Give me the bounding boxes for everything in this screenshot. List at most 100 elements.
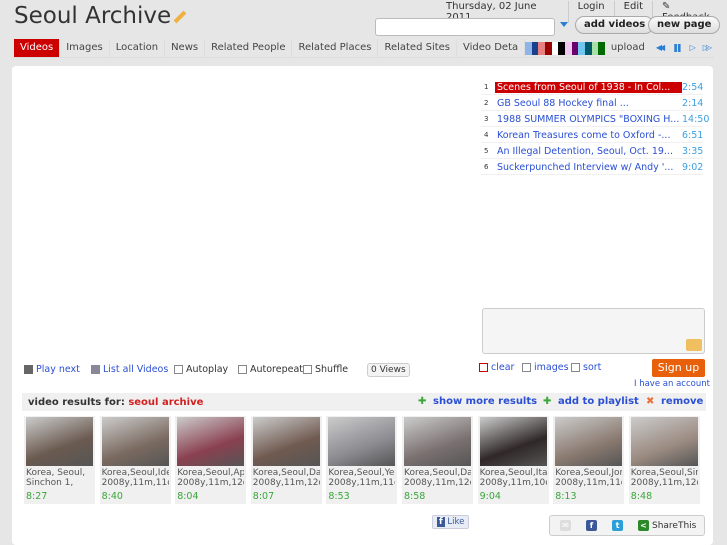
sort-button[interactable]: sort <box>571 362 601 373</box>
results-query: seoul archive <box>128 396 204 408</box>
autoplay-checkbox[interactable]: Autoplay <box>174 364 228 375</box>
color-swatch[interactable] <box>598 42 605 55</box>
playlist-number: 1 <box>484 83 489 91</box>
playlist-item[interactable]: 1 Scenes from Seoul of 1938 - In Col... 2:… <box>481 80 703 95</box>
playlist-item[interactable]: 3 1988 SUMMER OLYMPICS "BOXING H... 14:50 <box>481 112 710 127</box>
pause-icon[interactable]: ❚❚ <box>667 39 684 57</box>
color-swatch[interactable] <box>584 42 592 55</box>
video-thumbnail[interactable]: Korea,Seoul,Ide 2008y,11m,11d 8:40 <box>99 416 171 504</box>
thumbnail-duration: 9:04 <box>479 491 501 502</box>
thumbnail-duration: 8:40 <box>101 491 123 502</box>
tab-news[interactable]: News <box>165 39 206 57</box>
color-swatch[interactable] <box>558 42 565 55</box>
playlist-item[interactable]: 5 An Illegal Detention, Seoul, Oct. 19...… <box>481 144 703 159</box>
video-thumbnail[interactable]: Korea,Seoul,Da 2008y,11m,12d 8:07 <box>250 416 322 504</box>
color-swatch[interactable] <box>578 42 585 55</box>
autorepeat-label: Autorepeat <box>250 364 304 375</box>
share-bar: ✉ f t < ShareThis <box>549 515 705 536</box>
site-title-text: Seoul Archive <box>14 3 172 29</box>
email-icon[interactable]: ✉ <box>560 520 571 531</box>
thumbnail-duration: 8:07 <box>252 491 275 502</box>
thumbnail-duration: 8:58 <box>404 491 426 502</box>
autorepeat-checkbox[interactable]: Autorepeat <box>238 364 303 375</box>
fast-forward-icon[interactable]: ▷▷ <box>698 39 714 57</box>
results-label: video results for: <box>28 396 125 408</box>
video-thumbnail[interactable]: Korea,Seoul,Yeo 2008y,11m,11d 8:53 <box>326 416 398 504</box>
remove-link[interactable]: remove <box>661 396 703 407</box>
signup-button[interactable]: Sign up <box>652 359 705 377</box>
list-all-label: List all Videos <box>103 364 169 375</box>
clear-icon <box>479 363 488 372</box>
twitter-icon[interactable]: t <box>612 520 623 531</box>
video-thumbnail[interactable]: Korea, Seoul, Sinchon 1, 8:27 <box>24 416 95 504</box>
tab-related-people[interactable]: Related People <box>205 39 293 57</box>
plus-icon: ✚ <box>418 396 427 407</box>
color-swatch[interactable] <box>531 42 539 55</box>
site-title[interactable]: Seoul Archive <box>14 3 187 29</box>
tab-images[interactable]: Images <box>60 39 110 57</box>
facebook-like-button[interactable]: f Like <box>432 515 470 529</box>
new-page-button[interactable]: new page <box>648 16 721 34</box>
color-swatch[interactable] <box>551 42 559 55</box>
facebook-icon[interactable]: f <box>586 520 597 531</box>
playlist-item[interactable]: 2 GB Seoul 88 Hockey final ... 2:14 <box>481 96 703 111</box>
thumbnail-image <box>252 417 320 466</box>
playlist-duration: 6:51 <box>682 129 704 141</box>
add-playlist-link[interactable]: add to playlist <box>558 396 639 407</box>
thumbnail-caption: Korea,Seoul,Ita 2008y,11m,10d <box>479 468 547 488</box>
play-next-button[interactable]: Play next <box>24 364 80 375</box>
play-icon[interactable]: ▷ <box>685 39 698 57</box>
color-swatch[interactable] <box>564 42 572 55</box>
tab-related-sites[interactable]: Related Sites <box>378 39 458 57</box>
video-thumbnail[interactable]: Korea,Seoul,Ap 2008y,11m,12d 8:04 <box>175 416 247 504</box>
sort-icon <box>571 363 580 372</box>
add-videos-button[interactable]: add videos <box>575 16 655 34</box>
grid-icon <box>522 363 531 372</box>
dropdown-arrow-icon[interactable] <box>560 22 568 27</box>
search-input[interactable] <box>375 18 555 36</box>
tab-location[interactable]: Location <box>110 39 166 57</box>
shuffle-checkbox[interactable]: Shuffle <box>303 364 348 375</box>
tab-videos[interactable]: Videos <box>14 39 61 57</box>
playlist-duration: 14:50 <box>682 113 710 125</box>
list-all-button[interactable]: List all Videos <box>91 364 168 375</box>
playlist-item[interactable]: 4 Korean Treasures come to Oxford -... 6:5… <box>481 128 703 143</box>
color-swatch[interactable] <box>571 42 579 55</box>
playlist-item[interactable]: 6 Suckerpunched Interview w/ Andy '... 9:0… <box>481 160 703 175</box>
sharethis-button[interactable]: < ShareThis <box>638 520 696 531</box>
color-swatch[interactable] <box>545 42 552 55</box>
rewind-icon[interactable]: ◀◀ <box>651 39 667 57</box>
views-count: 0 Views <box>367 363 410 377</box>
thumbnail-caption: Korea,Seoul,Da 2008y,11m,12d <box>252 468 320 488</box>
color-swatch[interactable] <box>538 42 546 55</box>
images-button[interactable]: images <box>522 362 569 373</box>
video-thumbnail[interactable]: Korea,Seoul,Ita 2008y,11m,10d 9:04 <box>477 416 549 504</box>
sort-label: sort <box>583 362 602 373</box>
thumbnail-duration: 8:13 <box>555 491 577 502</box>
playlist-duration: 2:14 <box>682 97 704 109</box>
video-thumbnail[interactable]: Korea,Seoul,Sin 2008y,11m,12d 8:48 <box>628 416 700 504</box>
thumbnail-duration: 8:48 <box>630 491 653 502</box>
playlist-number: 2 <box>484 99 489 107</box>
video-thumbnail[interactable]: Korea,Seoul,Jon 2008y,11m,11d 8:13 <box>553 416 625 504</box>
thumbnail-image <box>555 417 623 466</box>
thumbnail-image <box>177 417 245 466</box>
playlist-number: 6 <box>484 163 489 171</box>
mail-icon <box>686 339 702 351</box>
color-swatch[interactable] <box>525 42 532 55</box>
playlist-number: 3 <box>484 115 489 123</box>
nav-tabs: Videos Images Location News Related People Re… <box>14 39 714 58</box>
thumbnail-image <box>630 417 698 466</box>
video-thumbnail[interactable]: Korea,Seoul,Da 2008y,11m,12d 8:58 <box>402 416 473 504</box>
tab-video-deta[interactable]: Video Deta <box>457 39 526 57</box>
thumbnail-caption: Korea,Seoul,Sin 2008y,11m,12d <box>630 468 698 488</box>
clear-button[interactable]: clear <box>479 362 514 373</box>
account-link[interactable]: I have an account <box>634 379 710 389</box>
color-swatch[interactable] <box>591 42 599 55</box>
pencil-icon <box>173 10 187 23</box>
show-more-link[interactable]: show more results <box>433 396 537 407</box>
comment-box[interactable] <box>482 308 705 354</box>
tab-related-places[interactable]: Related Places <box>292 39 379 57</box>
upload-button[interactable]: upload <box>605 39 651 57</box>
thumbnail-caption: Korea,Seoul,Ide 2008y,11m,11d <box>101 468 169 488</box>
